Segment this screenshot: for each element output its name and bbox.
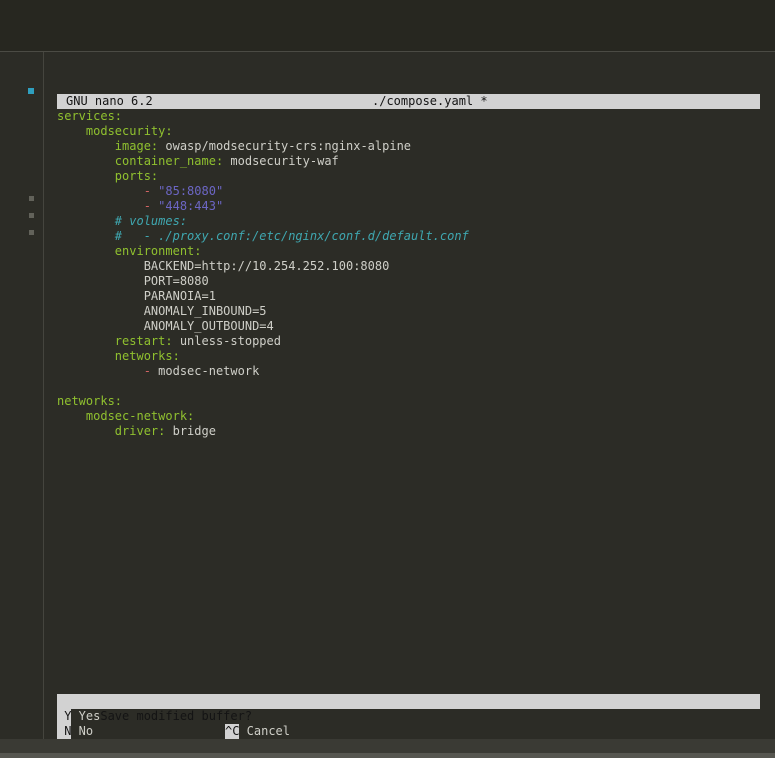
editor-line: BACKEND=http://10.254.252.100:8080 — [57, 259, 760, 274]
editor-token-key: ports: — [57, 169, 158, 183]
editor-token-val — [57, 184, 144, 198]
editor-token-key: networks: — [57, 349, 180, 363]
editor-line: container_name: modsecurity-waf — [57, 154, 760, 169]
editor-token-key: container_name: — [57, 154, 223, 168]
shortcut-key[interactable]: Y — [57, 709, 71, 724]
window-top-bar — [0, 0, 775, 51]
nano-version-label: GNU nano 6.2 — [66, 94, 153, 109]
editor-token-val: bridge — [165, 424, 216, 438]
editor-line: - "448:443" — [57, 199, 760, 214]
editor-token-str: "85:8080" — [158, 184, 223, 198]
shortcut-label: Cancel — [239, 724, 290, 738]
shortcut-row-1: Y Yes — [57, 709, 760, 724]
editor-line: - "85:8080" — [57, 184, 760, 199]
editor-token-str: "448:443" — [158, 199, 223, 213]
editor-token-val: modsecurity-waf — [223, 154, 339, 168]
editor-token-dash: - — [144, 364, 158, 378]
editor-token-val: unless-stopped — [173, 334, 281, 348]
editor-line: driver: bridge — [57, 424, 760, 439]
editor-token-key: networks: — [57, 394, 122, 408]
shortcut-key[interactable]: ^C — [225, 724, 239, 739]
editor-token-comment: # - ./proxy.conf:/etc/nginx/conf.d/defau… — [57, 229, 469, 243]
editor-line: modsec-network: — [57, 409, 760, 424]
editor-token-key: driver: — [57, 424, 165, 438]
editor-token-val: PORT=8080 — [57, 274, 209, 288]
editor-token-val: BACKEND=http://10.254.252.100:8080 — [57, 259, 389, 273]
bottom-strip — [0, 753, 775, 758]
editor-line — [57, 379, 760, 394]
editor-token-key: environment: — [57, 244, 202, 258]
shortcut-cancel[interactable]: ^C Cancel — [225, 724, 290, 739]
editor-token-comment: # volumes: — [57, 214, 187, 228]
editor-line: ANOMALY_INBOUND=5 — [57, 304, 760, 319]
editor-line: networks: — [57, 349, 760, 364]
editor-token-val: PARANOIA=1 — [57, 289, 216, 303]
gutter-dot-icon — [29, 230, 34, 235]
editor-line: - modsec-network — [57, 364, 760, 379]
shortcut-label: Yes — [71, 709, 100, 723]
gutter-marker-icon — [28, 88, 34, 94]
editor-token-key: restart: — [57, 334, 173, 348]
editor-token-val: ANOMALY_INBOUND=5 — [57, 304, 267, 318]
editor-token-key: modsec-network: — [57, 409, 194, 423]
save-prompt-bar: Save modified buffer? — [57, 694, 760, 709]
gutter-dot-icon — [29, 196, 34, 201]
editor-content[interactable]: services: modsecurity: image: owasp/mods… — [57, 109, 760, 694]
nano-editor: GNU nano 6.2 ./compose.yaml * services: … — [57, 94, 760, 739]
editor-line: services: — [57, 109, 760, 124]
shortcut-yes[interactable]: Y Yes — [57, 709, 100, 724]
editor-line: # volumes: — [57, 214, 760, 229]
editor-line: PARANOIA=1 — [57, 289, 760, 304]
nano-filename-label: ./compose.yaml * — [372, 94, 488, 109]
editor-line: networks: — [57, 394, 760, 409]
editor-token-val: owasp/modsecurity-crs:nginx-alpine — [158, 139, 411, 153]
editor-line: # - ./proxy.conf:/etc/nginx/conf.d/defau… — [57, 229, 760, 244]
shortcut-label: No — [71, 724, 93, 738]
editor-token-dash: - — [144, 184, 158, 198]
shortcut-key[interactable]: N — [57, 724, 71, 739]
editor-token-val: ANOMALY_OUTBOUND=4 — [57, 319, 274, 333]
editor-line: PORT=8080 — [57, 274, 760, 289]
nano-title-bar: GNU nano 6.2 ./compose.yaml * — [57, 94, 760, 109]
bottom-band — [0, 739, 775, 753]
gutter-dot-icon — [29, 213, 34, 218]
editor-line: image: owasp/modsecurity-crs:nginx-alpin… — [57, 139, 760, 154]
top-separator-line — [0, 51, 775, 52]
terminal-screen: GNU nano 6.2 ./compose.yaml * services: … — [0, 0, 775, 758]
editor-token-val — [57, 199, 144, 213]
editor-line: ports: — [57, 169, 760, 184]
editor-token-dash: - — [144, 199, 158, 213]
editor-token-val: modsec-network — [158, 364, 259, 378]
shortcut-row-2: N No ^C Cancel — [57, 724, 760, 739]
editor-line: environment: — [57, 244, 760, 259]
gutter-divider-line — [43, 52, 44, 739]
editor-line: ANOMALY_OUTBOUND=4 — [57, 319, 760, 334]
editor-token-val — [57, 364, 144, 378]
editor-line: restart: unless-stopped — [57, 334, 760, 349]
shortcut-no[interactable]: N No — [57, 724, 93, 739]
editor-line: modsecurity: — [57, 124, 760, 139]
